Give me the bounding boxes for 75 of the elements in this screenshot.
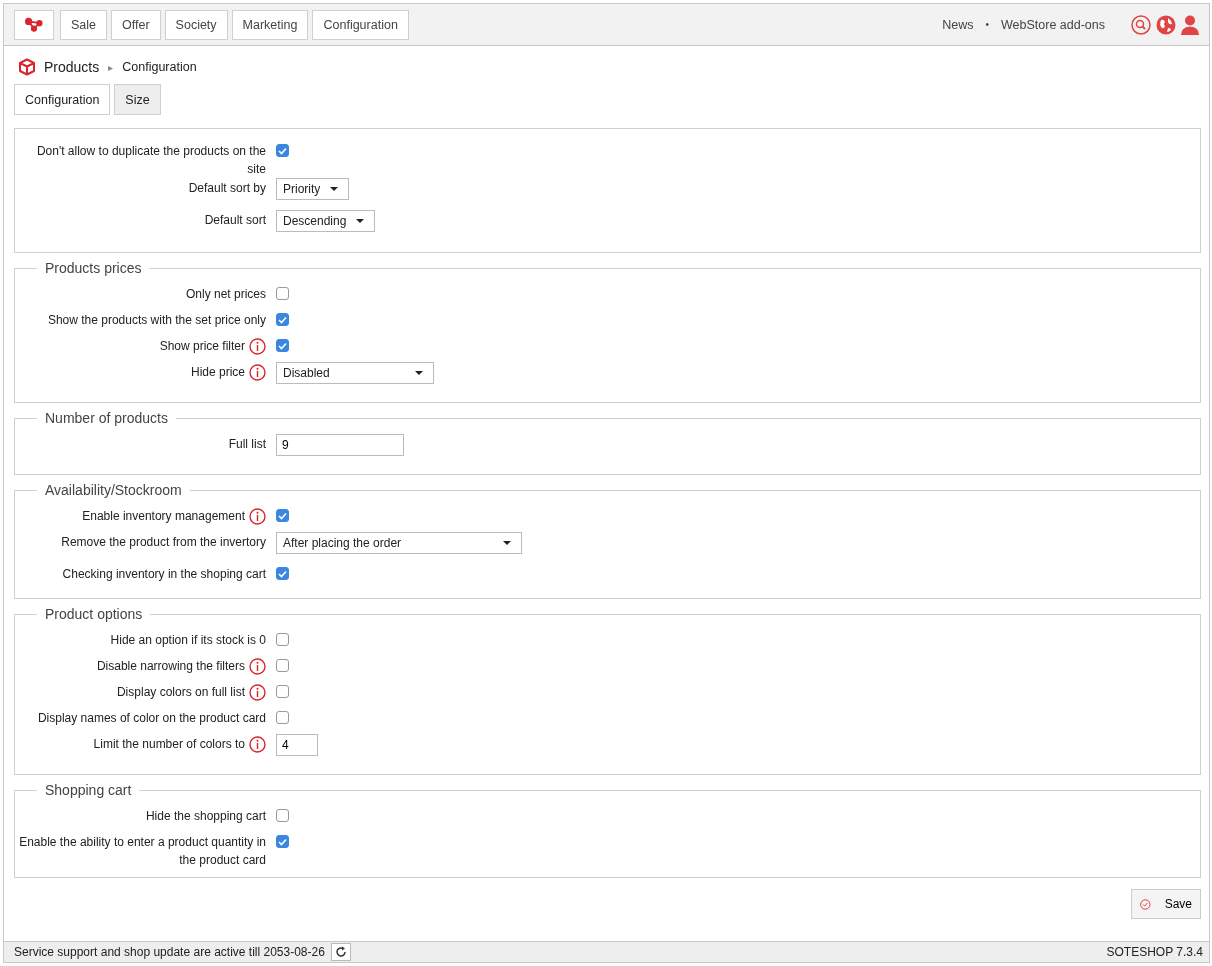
section-title: Product options <box>44 606 144 622</box>
top-link[interactable]: News <box>942 17 974 32</box>
menu-button[interactable]: Society <box>164 9 228 40</box>
refresh-button[interactable] <box>330 943 351 961</box>
dropdown[interactable]: Descending <box>276 210 376 232</box>
dropdown[interactable]: Priority <box>276 178 350 200</box>
checkbox[interactable] <box>276 809 289 822</box>
field-label: Default sort by <box>188 180 266 197</box>
input-field[interactable]: 9 <box>276 434 404 456</box>
field-label: Display names of color on the product card <box>37 710 266 727</box>
menu-button[interactable]: Marketing <box>231 9 309 40</box>
dropdown[interactable]: After placing the order <box>276 532 522 554</box>
info-icon[interactable] <box>249 684 266 701</box>
field-label: Remove the product from the invertory <box>61 534 266 551</box>
caret-icon <box>356 219 365 223</box>
field-label: Only net prices <box>185 286 266 303</box>
checkbox[interactable] <box>276 567 289 580</box>
tab[interactable]: Size <box>114 84 161 115</box>
info-icon[interactable] <box>249 508 266 525</box>
checkbox[interactable] <box>276 144 289 157</box>
user-icon[interactable] <box>1181 14 1199 35</box>
field-label: Enable the ability to enter a product quantity in the product card <box>18 834 266 869</box>
section-title: Availability/Stockroom <box>44 482 183 498</box>
field-label: Show the products with the set price only <box>47 312 266 329</box>
caret-icon <box>503 541 511 545</box>
field-label: Hide an option if its stock is 0 <box>110 632 266 649</box>
checkbox[interactable] <box>276 509 289 522</box>
version-label: SOTESHOP 7.3.4 <box>1106 945 1203 959</box>
breadcrumb-module[interactable]: Products <box>44 59 100 75</box>
caret-icon <box>415 371 423 375</box>
refresh-icon <box>334 946 347 958</box>
checkbox[interactable] <box>276 633 289 646</box>
save-button[interactable]: Save <box>1131 889 1201 919</box>
search-icon[interactable] <box>1131 14 1151 35</box>
info-icon[interactable] <box>249 364 266 381</box>
checkbox[interactable] <box>276 835 289 848</box>
field-label: Default sort <box>204 212 266 229</box>
checkbox[interactable] <box>276 287 289 300</box>
caret-icon <box>330 187 339 191</box>
input-field[interactable]: 4 <box>276 734 318 756</box>
menu-button[interactable]: Configuration <box>312 9 409 40</box>
field-label: Limit the number of colors to <box>93 736 245 753</box>
checkbox[interactable] <box>276 659 289 672</box>
field-label: Checking inventory in the shoping cart <box>62 566 266 583</box>
section-title: Products prices <box>44 260 143 276</box>
field-label: Hide the shopping cart <box>145 808 266 825</box>
globe-icon[interactable] <box>1156 14 1176 35</box>
field-label: Show price filter <box>159 338 245 355</box>
field-label: Enable inventory management <box>82 508 245 525</box>
status-message: Service support and shop update are active till 2053-08-26 <box>14 945 325 959</box>
field-label: Disable narrowing the filters <box>96 658 245 675</box>
logo-button[interactable] <box>14 9 54 40</box>
checkbox[interactable] <box>276 685 289 698</box>
info-icon[interactable] <box>249 338 266 355</box>
section-title: Number of products <box>44 410 169 426</box>
breadcrumb-page: Configuration <box>122 60 197 74</box>
field-label: Full list <box>228 436 266 453</box>
network-logo-icon <box>25 16 43 33</box>
field-label: Hide price <box>190 364 245 381</box>
cube-icon <box>18 58 36 76</box>
dropdown[interactable]: Disabled <box>276 362 434 384</box>
checkbox[interactable] <box>276 339 289 352</box>
info-icon[interactable] <box>249 658 266 675</box>
checkbox[interactable] <box>276 711 289 724</box>
menu-button[interactable]: Offer <box>111 9 161 40</box>
info-icon[interactable] <box>249 736 266 753</box>
tab[interactable]: Configuration <box>14 84 111 115</box>
menu-button[interactable]: Sale <box>60 9 108 40</box>
checkbox[interactable] <box>276 313 289 326</box>
link-separator: • <box>985 19 989 30</box>
field-label: Display colors on full list <box>116 684 245 701</box>
breadcrumb-separator: ▸ <box>108 61 114 73</box>
section-title: Shopping cart <box>44 782 133 798</box>
top-link[interactable]: WebStore add-ons <box>1001 17 1105 32</box>
field-label: Don't allow to duplicate the products on the site <box>35 143 266 178</box>
